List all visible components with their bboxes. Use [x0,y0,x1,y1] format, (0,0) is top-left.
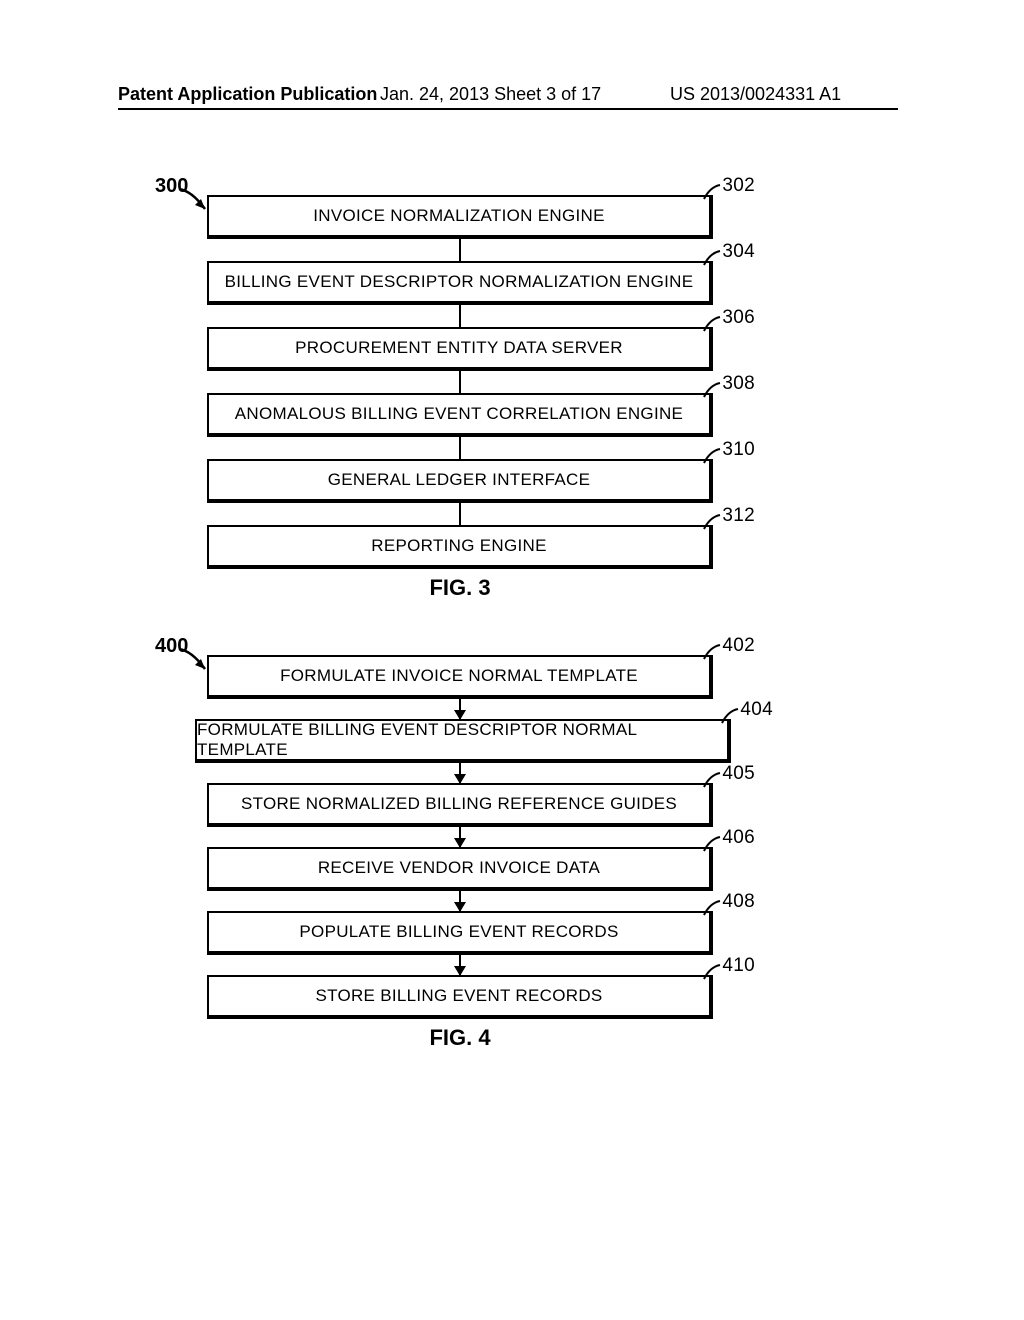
step-num-405: 405 [722,763,755,785]
step-num-304: 304 [722,241,755,263]
step-num-404: 404 [740,699,773,721]
step-num-308: 308 [722,373,755,395]
header-sheet-info: Jan. 24, 2013 Sheet 3 of 17 [380,84,601,105]
block-general-ledger-interface: GENERAL LEDGER INTERFACE 310 [207,459,713,503]
step-num-306: 306 [722,307,755,329]
block-invoice-normalization: INVOICE NORMALIZATION ENGINE 302 [207,195,713,239]
block-procurement-data-server: PROCUREMENT ENTITY DATA SERVER 306 [207,327,713,371]
leader-curve-icon [702,643,722,661]
leader-curve-icon [702,771,722,789]
connector-line [459,305,461,327]
figure-3-caption: FIG. 3 [195,575,725,601]
header-patent-number: US 2013/0024331 A1 [670,84,841,105]
block-label: ANOMALOUS BILLING EVENT CORRELATION ENGI… [235,404,683,424]
header-rule [118,108,898,110]
connector-line [459,239,461,261]
block-label: STORE NORMALIZED BILLING REFERENCE GUIDE… [241,794,677,814]
block-formulate-invoice-template: FORMULATE INVOICE NORMAL TEMPLATE 402 [207,655,713,699]
block-label: RECEIVE VENDOR INVOICE DATA [318,858,600,878]
leader-curve-icon [702,963,722,981]
block-reporting-engine: REPORTING ENGINE 312 [207,525,713,569]
leader-curve-icon [702,513,722,531]
connector-arrow [459,827,461,847]
block-label: POPULATE BILLING EVENT RECORDS [299,922,618,942]
leader-curve-icon [702,835,722,853]
connector-line [459,371,461,393]
connector-arrow [459,763,461,783]
header-publication: Patent Application Publication [118,84,377,105]
leader-curve-icon [702,249,722,267]
leader-curve-icon [702,899,722,917]
step-num-302: 302 [722,175,755,197]
connector-arrow [459,955,461,975]
step-num-410: 410 [722,955,755,977]
block-formulate-billing-descriptor-template: FORMULATE BILLING EVENT DESCRIPTOR NORMA… [195,719,731,763]
block-receive-vendor-invoice-data: RECEIVE VENDOR INVOICE DATA 406 [207,847,713,891]
block-populate-billing-records: POPULATE BILLING EVENT RECORDS 408 [207,911,713,955]
figure-4-caption: FIG. 4 [195,1025,725,1051]
step-num-408: 408 [722,891,755,913]
connector-line [459,437,461,459]
leader-curve-icon [702,381,722,399]
figure-4: 400 FORMULATE INVOICE NORMAL TEMPLATE 40… [195,655,725,1051]
block-label: FORMULATE BILLING EVENT DESCRIPTOR NORMA… [197,720,727,760]
step-num-312: 312 [722,505,755,527]
block-billing-descriptor-normalization: BILLING EVENT DESCRIPTOR NORMALIZATION E… [207,261,713,305]
block-store-billing-reference-guides: STORE NORMALIZED BILLING REFERENCE GUIDE… [207,783,713,827]
leader-curve-icon [702,447,722,465]
block-label: GENERAL LEDGER INTERFACE [328,470,591,490]
block-label: FORMULATE INVOICE NORMAL TEMPLATE [280,666,638,686]
leader-curve-icon [702,183,722,201]
step-num-310: 310 [722,439,755,461]
block-label: STORE BILLING EVENT RECORDS [315,986,602,1006]
step-num-402: 402 [722,635,755,657]
leader-curve-icon [702,315,722,333]
connector-arrow [459,699,461,719]
block-label: REPORTING ENGINE [371,536,546,556]
block-store-billing-records: STORE BILLING EVENT RECORDS 410 [207,975,713,1019]
leader-curve-icon [720,707,740,725]
connector-arrow [459,891,461,911]
figure-3: 300 INVOICE NORMALIZATION ENGINE 302 BIL… [195,195,725,601]
block-label: PROCUREMENT ENTITY DATA SERVER [295,338,623,358]
step-num-406: 406 [722,827,755,849]
connector-line [459,503,461,525]
block-label: INVOICE NORMALIZATION ENGINE [313,206,604,226]
block-anomalous-billing-correlation: ANOMALOUS BILLING EVENT CORRELATION ENGI… [207,393,713,437]
block-label: BILLING EVENT DESCRIPTOR NORMALIZATION E… [225,272,694,292]
page: Patent Application Publication Jan. 24, … [0,0,1024,1320]
